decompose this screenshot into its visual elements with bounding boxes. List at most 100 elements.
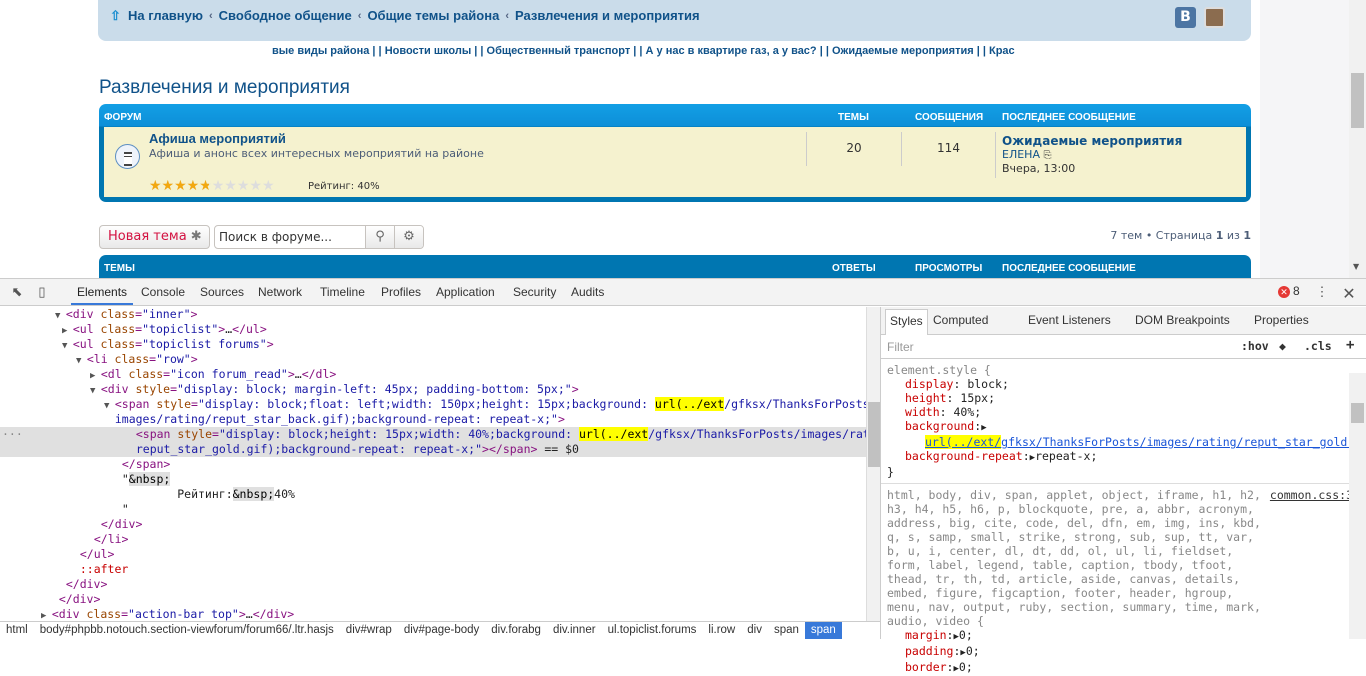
ellipsis-icon[interactable]: ··· [2, 427, 23, 442]
expand-triangle-icon[interactable]: ▼ [55, 311, 66, 321]
scrollbar-thumb[interactable] [1351, 73, 1364, 128]
expand-triangle-icon[interactable]: ▼ [104, 401, 115, 411]
dom-node-line[interactable]: ::after [0, 562, 866, 577]
collapse-triangle-icon[interactable] [55, 581, 66, 591]
dom-node-line[interactable]: </div> [0, 517, 866, 532]
collapse-triangle-icon[interactable] [125, 446, 136, 456]
css-prop-value[interactable]: 0; [959, 660, 973, 674]
collapse-triangle-icon[interactable] [69, 566, 80, 576]
collapse-triangle-icon[interactable] [111, 506, 122, 516]
dom-node-line[interactable]: Рейтинг:&nbsp;40% [0, 487, 866, 502]
collapse-triangle-icon[interactable]: ▶ [62, 326, 73, 336]
dom-breadcrumb-item[interactable]: span [768, 622, 805, 639]
css-prop-value[interactable]: 0; [959, 628, 973, 642]
page-scrollbar[interactable]: ▼ [1349, 0, 1366, 278]
css-prop-name[interactable]: width [905, 405, 940, 419]
collapse-triangle-icon[interactable]: ▶ [90, 371, 101, 381]
home-icon[interactable]: ⇧ [110, 8, 124, 23]
dom-node-line[interactable]: ▼ <div class="inner"> [0, 307, 866, 322]
dom-node-line[interactable]: ▼ <span style="display: block;float: lef… [0, 397, 866, 412]
dom-node-line[interactable]: </li> [0, 532, 866, 547]
dom-node-line[interactable]: </span> [0, 457, 866, 472]
gear-icon[interactable]: ⚙ [394, 226, 423, 248]
collapse-triangle-icon[interactable] [111, 461, 122, 471]
class-toggle[interactable]: .cls [1304, 339, 1332, 353]
dom-breadcrumb-item[interactable]: li.row [702, 622, 741, 639]
background-url-link[interactable]: gfksx/ThanksForPosts/images/rating/reput… [1001, 435, 1361, 449]
url-highlight[interactable]: url(../ext/ [925, 435, 1002, 449]
collapse-triangle-icon[interactable] [111, 491, 122, 501]
breadcrumb-home[interactable]: На главную [128, 8, 203, 23]
expand-triangle-icon[interactable]: ▼ [90, 386, 101, 396]
dom-breadcrumb-item[interactable]: span [804, 622, 842, 639]
css-prop-name[interactable]: display [905, 377, 953, 391]
dom-node-line[interactable]: ▶ <dl class="icon forum_read">…</dl> [0, 367, 866, 382]
tab-application[interactable]: Application [436, 285, 495, 299]
add-rule-button[interactable]: + [1346, 337, 1354, 353]
dom-node-line[interactable]: ▼ <li class="row"> [0, 352, 866, 367]
vk-icon[interactable]: В [1175, 7, 1196, 28]
tab-audits[interactable]: Audits [571, 285, 604, 299]
tab-security[interactable]: Security [513, 285, 556, 299]
css-prop-value[interactable]: 40%; [953, 405, 981, 419]
dom-breadcrumb-item[interactable]: html [0, 622, 34, 639]
view-latest-post-icon[interactable]: ⎘ [1043, 150, 1051, 161]
instagram-icon[interactable] [1204, 7, 1225, 28]
dom-tree[interactable]: ▼ <div class="inner"> ▶ <ul class="topicl… [0, 307, 866, 621]
dom-node-line[interactable]: ▼ <ul class="topiclist forums"> [0, 337, 866, 352]
dom-breadcrumb-item[interactable]: div.forabg [485, 622, 547, 639]
css-prop-name[interactable]: padding [905, 644, 953, 658]
css-prop-name[interactable]: background [905, 419, 974, 433]
device-mode-icon[interactable]: ▯ [34, 284, 50, 300]
sidebar-tab-styles[interactable]: Styles [885, 309, 928, 335]
dom-breadcrumb-item[interactable]: body#phpbb.notouch.section-viewforum/for… [34, 622, 340, 639]
tab-network[interactable]: Network [258, 285, 302, 299]
tab-elements[interactable]: Elements [77, 285, 127, 299]
collapse-triangle-icon[interactable] [83, 536, 94, 546]
dom-breadcrumb-item[interactable]: ul.topiclist.forums [602, 622, 703, 639]
css-prop-value[interactable]: 15px; [960, 391, 995, 405]
dom-node-line[interactable]: " [0, 502, 866, 517]
tab-sources[interactable]: Sources [200, 285, 244, 299]
news-ticker[interactable]: вые виды района | | Новости школы | | Об… [272, 45, 1078, 57]
last-post-title[interactable]: Ожидаемые мероприятия [1002, 134, 1182, 148]
last-post-user[interactable]: ЕЛЕНА [1002, 148, 1040, 161]
dom-scrollbar[interactable] [866, 307, 880, 621]
forum-title-link[interactable]: Афиша мероприятий [149, 131, 286, 146]
dom-node-line[interactable]: images/rating/reput_star_back.gif);backg… [0, 412, 866, 427]
expand-triangle-icon[interactable]: ▼ [62, 341, 73, 351]
collapse-triangle-icon[interactable] [125, 431, 136, 441]
scrollbar-thumb[interactable] [1351, 403, 1364, 423]
color-format-icon[interactable]: ◆ [1279, 339, 1286, 353]
new-topic-button[interactable]: Новая тема ✱ [99, 225, 210, 249]
dom-node-line[interactable]: </div> [0, 592, 866, 607]
dom-node-line[interactable]: reput_star_gold.gif);background-repeat: … [0, 442, 866, 457]
error-count[interactable]: ✕ 8 [1278, 284, 1300, 298]
dom-node-line[interactable]: ▼ <div style="display: block; margin-lef… [0, 382, 866, 397]
expand-triangle-icon[interactable]: ▼ [76, 356, 87, 366]
collapse-triangle-icon[interactable] [48, 596, 59, 606]
scroll-down-icon[interactable]: ▼ [1353, 262, 1359, 271]
dom-node-line[interactable]: ▶ <div class="action-bar top">…</div> [0, 607, 866, 621]
sidebar-tab-dom-breakpoints[interactable]: DOM Breakpoints [1135, 313, 1230, 327]
sidebar-tab-event-listeners[interactable]: Event Listeners [1028, 313, 1111, 327]
hover-state-toggle[interactable]: :hov [1241, 339, 1269, 353]
dom-node-line[interactable]: ··· <span style="display: block;height: … [0, 427, 866, 442]
tab-console[interactable]: Console [141, 285, 185, 299]
tab-profiles[interactable]: Profiles [381, 285, 421, 299]
breadcrumb-free-talk[interactable]: Свободное общение [219, 8, 352, 23]
close-icon[interactable]: ✕ [1341, 284, 1357, 303]
search-input[interactable]: Поиск в форуме... [219, 226, 332, 248]
breadcrumb-current[interactable]: Развлечения и мероприятия [515, 8, 700, 23]
collapse-triangle-icon[interactable] [104, 416, 115, 426]
dom-breadcrumb-item[interactable]: div [741, 622, 768, 639]
dom-node-line[interactable]: ▶ <ul class="topiclist">…</ul> [0, 322, 866, 337]
collapse-triangle-icon[interactable] [90, 521, 101, 531]
styles-scrollbar[interactable] [1349, 373, 1366, 639]
css-prop-value[interactable]: 0; [966, 644, 980, 658]
collapse-triangle-icon[interactable] [69, 551, 80, 561]
scrollbar-thumb[interactable] [868, 402, 880, 467]
css-prop-name[interactable]: margin [905, 628, 947, 642]
css-prop-name[interactable]: border [905, 660, 947, 674]
dom-node-line[interactable]: </div> [0, 577, 866, 592]
